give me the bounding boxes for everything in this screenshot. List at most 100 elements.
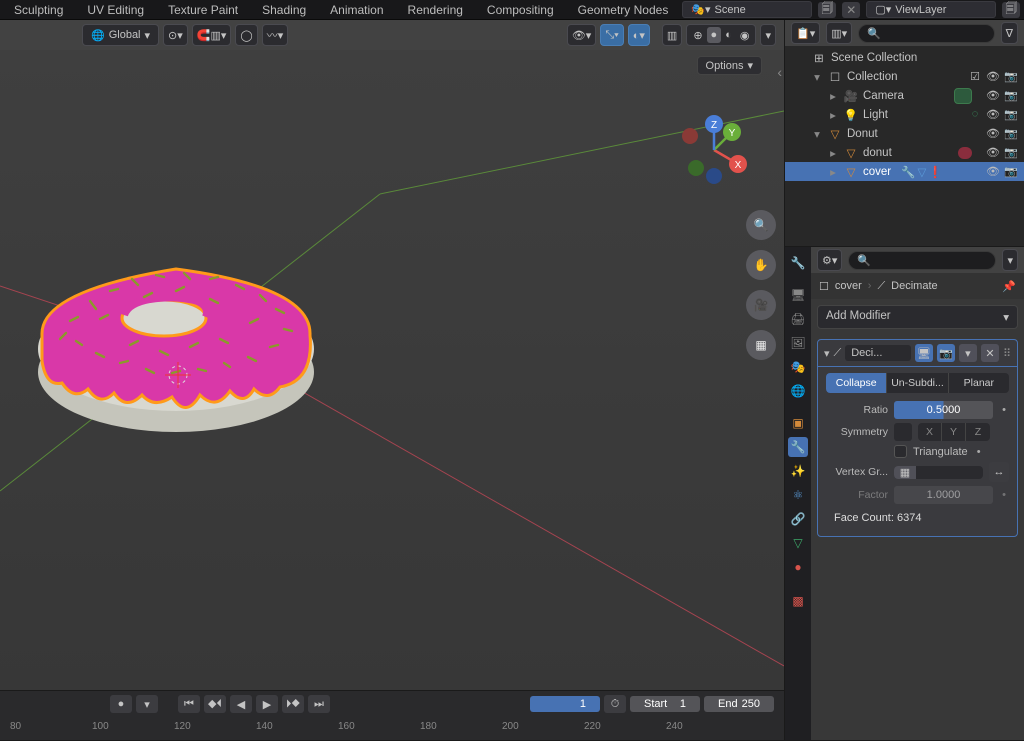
play-reverse-button[interactable]: ◀ bbox=[230, 695, 252, 713]
tab-uv-editing[interactable]: UV Editing bbox=[87, 3, 144, 17]
tab-sculpting[interactable]: Sculpting bbox=[14, 3, 63, 17]
tab-mesh[interactable]: ▽ bbox=[788, 533, 808, 553]
outliner-search[interactable]: 🔍 bbox=[858, 24, 995, 43]
outliner-row[interactable]: ⊞Scene Collection bbox=[785, 48, 1024, 67]
jump-to-start-button[interactable]: ⏮ bbox=[178, 695, 200, 713]
breadcrumb-object[interactable]: cover bbox=[835, 280, 862, 292]
auto-keying-dropdown[interactable]: ▾ bbox=[136, 695, 158, 713]
ratio-field[interactable]: 0.5000 bbox=[894, 401, 993, 419]
hide-in-viewport-icon[interactable]: 👁 bbox=[986, 108, 1000, 121]
timeline-ruler[interactable]: 80 100 120 140 160 180 200 220 240 bbox=[0, 717, 784, 741]
jump-to-end-button[interactable]: ⏭ bbox=[308, 695, 330, 713]
viewport-canvas[interactable]: Options ▾ ‹ bbox=[0, 50, 784, 690]
material-swatch[interactable] bbox=[958, 147, 972, 159]
expander-icon[interactable]: ▸ bbox=[827, 108, 839, 122]
camera-view-icon[interactable]: 🎥 bbox=[746, 290, 776, 320]
restrict-icon[interactable]: ◌ bbox=[968, 108, 982, 121]
pivot-dropdown[interactable]: ⊙▾ bbox=[163, 24, 188, 46]
outliner-view-dropdown[interactable]: ▥▾ bbox=[826, 22, 852, 44]
outliner-row[interactable]: ▸▽cover🔧▽❗👁📷 bbox=[785, 162, 1024, 181]
tab-modifiers[interactable]: 🔧 bbox=[788, 437, 808, 457]
tab-compositing[interactable]: Compositing bbox=[487, 3, 554, 17]
hide-in-viewport-icon[interactable]: 👁 bbox=[986, 89, 1000, 102]
collection-color-swatch[interactable] bbox=[954, 88, 972, 104]
breadcrumb-modifier[interactable]: Decimate bbox=[891, 280, 937, 292]
mode-collapse-button[interactable]: Collapse bbox=[826, 373, 887, 393]
tab-render[interactable]: 🖥 bbox=[788, 285, 808, 305]
navigation-gizmo[interactable]: X Y Z bbox=[674, 110, 754, 190]
proportional-toggle[interactable]: ◯ bbox=[235, 24, 257, 46]
expander-icon[interactable]: ▸ bbox=[827, 89, 839, 103]
outliner-row[interactable]: ▸🎥Camera👁📷 bbox=[785, 86, 1024, 105]
outliner-row[interactable]: ▾▽Donut👁📷 bbox=[785, 124, 1024, 143]
tab-scene[interactable]: 🎭 bbox=[788, 357, 808, 377]
overlays-toggle[interactable]: ◐▾ bbox=[628, 24, 650, 46]
tab-animation[interactable]: Animation bbox=[330, 3, 383, 17]
modifier-delete-button[interactable]: ✕ bbox=[981, 344, 999, 362]
shading-material[interactable]: ◐ bbox=[721, 27, 736, 43]
properties-search[interactable]: 🔍 bbox=[848, 251, 996, 270]
disable-in-render-icon[interactable]: 📷 bbox=[1004, 165, 1018, 178]
expander-icon[interactable]: ▾ bbox=[811, 127, 823, 141]
scene-new-button[interactable]: 🗐 bbox=[818, 2, 836, 18]
tab-viewlayer[interactable]: 🖼 bbox=[788, 333, 808, 353]
modifier-name-field[interactable]: Deci... bbox=[845, 345, 911, 361]
play-button[interactable]: ▶ bbox=[256, 695, 278, 713]
tab-shading[interactable]: Shading bbox=[262, 3, 306, 17]
hide-in-viewport-icon[interactable]: 👁 bbox=[986, 165, 1000, 178]
auto-keying-toggle[interactable]: ● bbox=[110, 695, 132, 713]
current-frame-field[interactable]: 1 bbox=[530, 696, 600, 712]
tab-material[interactable]: ● bbox=[788, 557, 808, 577]
shading-rendered[interactable]: ◉ bbox=[736, 27, 754, 44]
disable-in-render-icon[interactable]: 📷 bbox=[1004, 127, 1018, 140]
tab-constraints[interactable]: 🔗 bbox=[788, 509, 808, 529]
modifier-extras-dropdown[interactable]: ▾ bbox=[959, 344, 977, 362]
pin-icon[interactable]: 📌 bbox=[1002, 280, 1016, 293]
timecode-toggle[interactable]: ⏱ bbox=[604, 695, 626, 713]
orientation-dropdown[interactable]: 🌐 Global ▾ bbox=[82, 24, 159, 46]
modifier-realtime-toggle[interactable]: 🖥 bbox=[915, 344, 933, 362]
tab-texture-paint[interactable]: Texture Paint bbox=[168, 3, 238, 17]
hide-in-viewport-icon[interactable]: 👁 bbox=[986, 146, 1000, 159]
tab-geometry-nodes[interactable]: Geometry Nodes bbox=[578, 3, 669, 17]
zoom-icon[interactable]: 🔍 bbox=[746, 210, 776, 240]
tab-particles[interactable]: ✨ bbox=[788, 461, 808, 481]
mode-unsubdivide-button[interactable]: Un-Subdi... bbox=[887, 373, 948, 393]
xray-toggle[interactable]: ▥ bbox=[662, 24, 682, 46]
outliner-row[interactable]: ▸▽donut👁📷 bbox=[785, 143, 1024, 162]
tab-rendering[interactable]: Rendering bbox=[408, 3, 463, 17]
expander-icon[interactable]: ▾ bbox=[811, 70, 823, 84]
ratio-animate-icon[interactable]: • bbox=[999, 404, 1009, 416]
vertex-group-invert-button[interactable]: ↔ bbox=[989, 462, 1009, 482]
triangulate-animate-icon[interactable]: • bbox=[974, 446, 984, 458]
shading-dropdown[interactable]: ▾ bbox=[760, 24, 776, 46]
factor-animate-icon[interactable]: • bbox=[999, 489, 1009, 501]
shading-solid[interactable]: ● bbox=[707, 27, 722, 43]
tab-output[interactable]: 🖨 bbox=[788, 309, 808, 329]
triangulate-checkbox[interactable]: Triangulate bbox=[894, 445, 968, 458]
disable-in-render-icon[interactable]: 📷 bbox=[1004, 146, 1018, 159]
hide-in-viewport-icon[interactable]: 👁 bbox=[986, 70, 1000, 83]
jump-keyframe-fwd-button[interactable]: ⏵◆ bbox=[282, 695, 304, 713]
tab-object[interactable]: ▣ bbox=[788, 413, 808, 433]
perspective-toggle-icon[interactable]: ▦ bbox=[746, 330, 776, 360]
outliner-display-mode[interactable]: 📋▾ bbox=[791, 22, 820, 44]
end-frame-field[interactable]: End250 bbox=[704, 696, 774, 712]
vertex-group-field[interactable]: ▦ bbox=[894, 466, 983, 479]
viewlayer-new-button[interactable]: 🗐 bbox=[1002, 2, 1020, 18]
panel-expand-toggle[interactable]: ▾ bbox=[824, 347, 830, 360]
add-modifier-dropdown[interactable]: Add Modifier▾ bbox=[817, 305, 1018, 329]
scene-selector[interactable]: 🎭▾Scene bbox=[682, 1, 812, 18]
symmetry-toggle[interactable] bbox=[894, 423, 912, 441]
start-frame-field[interactable]: Start1 bbox=[630, 696, 700, 712]
pan-icon[interactable]: ✋ bbox=[746, 250, 776, 280]
modifier-render-toggle[interactable]: 📷 bbox=[937, 344, 955, 362]
factor-field[interactable]: 1.0000 bbox=[894, 486, 993, 504]
outliner-row[interactable]: ▾☐Collection☑👁📷 bbox=[785, 67, 1024, 86]
properties-options-dropdown[interactable]: ▾ bbox=[1002, 249, 1018, 271]
axis-x-button[interactable]: X bbox=[918, 423, 942, 441]
viewlayer-selector[interactable]: ▢▾ViewLayer bbox=[866, 1, 996, 18]
tab-physics[interactable]: ⚛ bbox=[788, 485, 808, 505]
expander-icon[interactable]: ▸ bbox=[827, 165, 839, 179]
hide-in-viewport-icon[interactable]: 👁 bbox=[986, 127, 1000, 140]
